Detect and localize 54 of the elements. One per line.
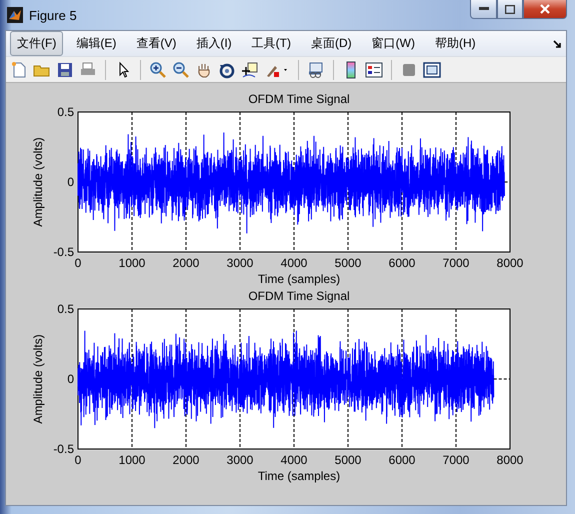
tick-label: 7000 [442,453,470,467]
menu-item[interactable]: 编辑(E) [69,31,124,56]
tick-label: 0 [67,372,74,386]
tick-label: 8000 [496,453,524,467]
tick-label: 2000 [172,256,200,270]
legend-icon[interactable] [365,60,383,78]
tick-label: 1000 [118,256,146,270]
axis-label: Amplitude (volts) [31,334,45,424]
axis-label: Time (samples) [256,469,342,483]
data-cursor-icon[interactable] [241,60,259,78]
minimize-button[interactable] [470,0,497,19]
save-icon[interactable] [56,60,74,78]
menu-item[interactable]: 工具(T) [244,31,298,56]
menu-item[interactable]: 帮助(H) [428,31,483,56]
menu-item[interactable]: 查看(V) [129,31,184,56]
menu-item[interactable]: 文件(F) [10,31,64,56]
tick-label: 0.5 [57,303,74,316]
axis-label: Time (samples) [256,272,342,286]
tick-label: 4000 [280,256,308,270]
tick-label: 7000 [442,256,470,270]
close-button[interactable] [523,0,567,19]
tick-label: 3000 [226,453,254,467]
window-title: Figure 5 [29,8,78,22]
app-logo-icon [7,7,23,23]
new-file-icon[interactable] [10,60,28,78]
close-icon [540,4,550,14]
zoom-in-icon[interactable] [149,60,167,78]
minimize-icon [478,7,488,11]
link-icon[interactable] [307,60,325,78]
tick-label: 0 [74,256,82,270]
maximize-button[interactable] [497,0,523,19]
tick-label: 4000 [280,453,308,467]
tick-label: 8000 [496,256,524,270]
tick-label: -0.5 [53,442,74,456]
tick-label: 2000 [172,453,200,467]
axis-label: Amplitude (volts) [31,137,45,227]
plot-title: OFDM Time Signal [247,92,351,106]
tick-label: 5000 [334,256,362,270]
tick-label: 0 [74,453,82,467]
plot-title: OFDM Time Signal [247,289,351,303]
tick-label: 3000 [226,256,254,270]
tick-label: 6000 [388,453,416,467]
tick-label: -0.5 [53,245,74,259]
menu-item[interactable]: 插入(I) [189,31,239,56]
tick-label: 6000 [388,256,416,270]
menu-item[interactable]: 桌面(D) [304,31,359,56]
zoom-out-icon[interactable] [172,60,190,78]
tick-label: 0 [67,175,74,189]
window-icon[interactable] [423,60,441,78]
maximize-icon [505,4,515,14]
tick-label: 5000 [334,453,362,467]
menu-item[interactable]: 窗口(W) [364,31,422,56]
tick-label: 1000 [118,453,146,467]
tick-label: 0.5 [57,106,74,119]
